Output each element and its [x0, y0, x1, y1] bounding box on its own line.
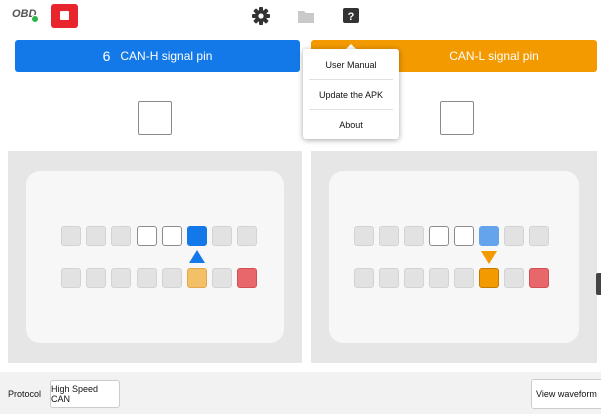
stop-icon — [60, 11, 69, 20]
can-h-pointer-icon — [189, 250, 205, 263]
help-icon[interactable]: ? — [341, 6, 361, 26]
can-l-pin[interactable] — [479, 268, 499, 288]
can-l-label: CAN-L signal pin — [449, 49, 539, 63]
can-h-label: CAN-H signal pin — [120, 49, 213, 63]
view-waveform-button[interactable]: View waveform — [531, 379, 601, 409]
connector-pin[interactable] — [137, 268, 157, 288]
connector-pin[interactable] — [379, 268, 399, 288]
connector-pin[interactable] — [404, 268, 424, 288]
help-menu: User Manual Update the APK About — [303, 49, 399, 139]
connector-pin[interactable] — [379, 226, 399, 246]
connector-pin[interactable] — [454, 268, 474, 288]
can-l-connector-panel — [311, 151, 597, 363]
connector-pin[interactable] — [529, 226, 549, 246]
connector-pin[interactable] — [61, 226, 81, 246]
menu-item-user-manual[interactable]: User Manual — [303, 50, 399, 80]
can-h-pin[interactable] — [479, 226, 499, 246]
connector-pin[interactable] — [111, 268, 131, 288]
connector-pin[interactable] — [404, 226, 424, 246]
can-l-pin[interactable] — [187, 268, 207, 288]
can-h-checkbox[interactable] — [138, 101, 172, 135]
ground-pin[interactable] — [237, 268, 257, 288]
connector-pin[interactable] — [137, 226, 157, 246]
can-l-pointer-icon — [481, 251, 497, 264]
connector-pin[interactable] — [237, 226, 257, 246]
connection-status-icon — [31, 15, 39, 23]
folder-icon[interactable] — [296, 6, 316, 26]
connector-pin[interactable] — [212, 268, 232, 288]
connector-pin[interactable] — [86, 226, 106, 246]
top-toolbar: OBD ? — [0, 0, 601, 34]
connector-pin[interactable] — [504, 268, 524, 288]
connector-pin[interactable] — [162, 226, 182, 246]
connector-pin[interactable] — [429, 226, 449, 246]
connector-pin[interactable] — [111, 226, 131, 246]
obd-connector-shape — [329, 171, 579, 343]
svg-text:?: ? — [348, 11, 355, 23]
menu-item-update-apk[interactable]: Update the APK — [303, 80, 399, 110]
ground-pin[interactable] — [529, 268, 549, 288]
gear-icon[interactable] — [251, 6, 271, 26]
connector-pin[interactable] — [454, 226, 474, 246]
bottom-bar: Protocol High Speed CAN View waveform — [0, 372, 601, 414]
menu-item-about[interactable]: About — [303, 110, 399, 140]
connector-pin[interactable] — [429, 268, 449, 288]
can-h-pin[interactable] — [187, 226, 207, 246]
connector-pin[interactable] — [86, 268, 106, 288]
connector-pin[interactable] — [354, 268, 374, 288]
protocol-select[interactable]: High Speed CAN — [50, 380, 120, 408]
connector-pin[interactable] — [354, 226, 374, 246]
can-h-signal-pin-button[interactable]: 6 CAN-H signal pin — [15, 40, 300, 72]
obd-connector-shape — [26, 171, 284, 343]
side-handle[interactable] — [596, 273, 601, 295]
stop-button[interactable] — [51, 4, 78, 28]
connector-pin[interactable] — [61, 268, 81, 288]
protocol-label: Protocol — [8, 389, 42, 399]
can-h-pin-number: 6 — [102, 48, 111, 64]
can-l-checkbox[interactable] — [440, 101, 474, 135]
can-h-connector-panel — [8, 151, 302, 363]
connector-pin[interactable] — [504, 226, 524, 246]
connector-pin[interactable] — [212, 226, 232, 246]
connector-pin[interactable] — [162, 268, 182, 288]
